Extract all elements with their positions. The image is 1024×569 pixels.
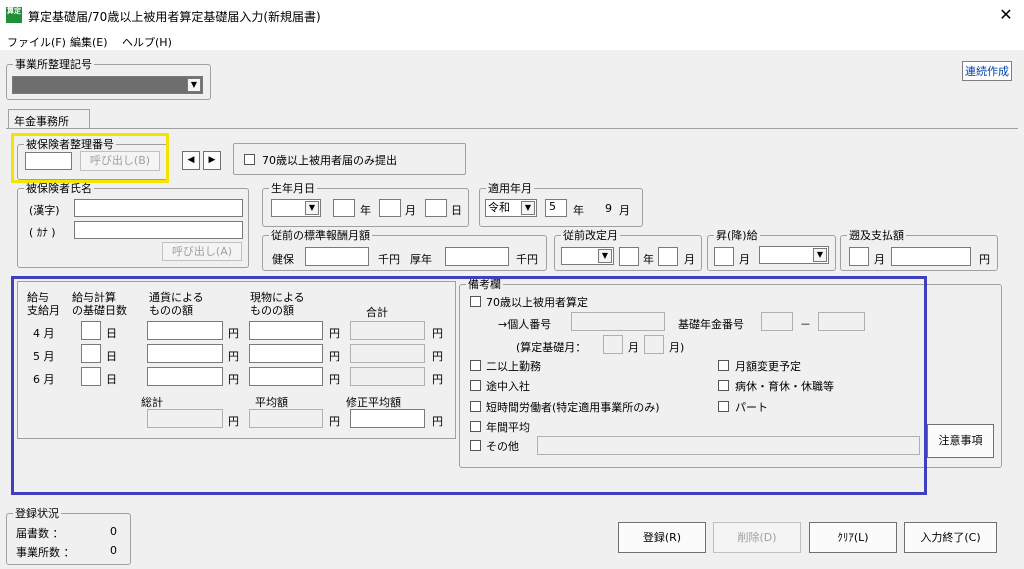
over70-only-box: 70歳以上被用者届のみ提出 — [233, 143, 466, 175]
prev-revision-year-unit: 年 — [643, 253, 654, 266]
tab-pension-office[interactable]: 年金事務所 — [8, 109, 90, 129]
birth-month-unit: 月 — [405, 204, 416, 217]
clear-button[interactable]: ｸﾘｱ(L) — [809, 522, 897, 553]
office-code-label: 事業所整理記号 — [15, 58, 92, 71]
insured-name-label: 被保険者氏名 — [26, 182, 92, 195]
offices-count-label: 事業所数 ： — [16, 546, 75, 559]
chevron-down-icon[interactable]: ▼ — [187, 78, 201, 92]
apply-month-unit: 月 — [619, 204, 630, 217]
chevron-down-icon[interactable]: ▼ — [521, 201, 535, 215]
menu-file[interactable]: ファイル(F) — [7, 34, 66, 50]
prev-revision-label: 従前改定月 — [563, 229, 618, 242]
over70-only-checkbox[interactable] — [244, 154, 255, 165]
retro-month-input[interactable] — [849, 247, 869, 266]
retro-yen-unit: 円 — [979, 253, 990, 266]
kouen-label: 厚年 — [410, 253, 432, 266]
kenpo-label: 健保 — [272, 253, 294, 266]
apply-year-input[interactable]: 5 — [545, 199, 567, 217]
tab-label: 年金事務所 — [14, 115, 69, 128]
app-icon: 算定 — [6, 7, 22, 23]
chevron-down-icon[interactable]: ▼ — [305, 201, 319, 215]
apply-year-unit: 年 — [573, 204, 584, 217]
retro-month-unit: 月 — [874, 253, 885, 266]
raise-month-unit: 月 — [739, 253, 750, 266]
prev-revision-month-unit: 月 — [684, 253, 695, 266]
apply-month-value: 9 — [605, 202, 612, 215]
kenpo-unit: 千円 — [378, 253, 400, 266]
next-arrow-icon[interactable]: ▶ — [203, 151, 221, 170]
apply-year-value: 5 — [549, 200, 556, 213]
apply-era-value: 令和 — [488, 201, 510, 214]
birth-day-unit: 日 — [451, 204, 462, 217]
call-name-button[interactable]: 呼び出し(A) — [162, 242, 242, 261]
retro-amount-input[interactable] — [891, 247, 971, 266]
prev-revision-month-input[interactable] — [658, 247, 678, 266]
close-icon[interactable]: ✕ — [996, 5, 1016, 25]
prev-arrow-icon[interactable]: ◀ — [182, 151, 200, 170]
birth-year-input[interactable] — [333, 199, 355, 217]
apply-era-select[interactable]: 令和 ▼ — [485, 199, 537, 217]
chevron-down-icon[interactable]: ▼ — [813, 248, 827, 262]
forms-count-label: 届書数 ： — [16, 527, 64, 540]
raise-type-select[interactable]: ▼ — [759, 246, 829, 264]
chevron-down-icon[interactable]: ▼ — [598, 249, 612, 263]
status-label: 登録状況 — [15, 507, 59, 520]
raise-month-input[interactable] — [714, 247, 734, 266]
menu-edit[interactable]: 編集(E) — [70, 34, 108, 50]
notes-button[interactable]: 注意事項 — [927, 424, 994, 458]
kenpo-input[interactable] — [305, 247, 369, 266]
kouen-unit: 千円 — [516, 253, 538, 266]
prev-revision-era-select[interactable]: ▼ — [561, 247, 614, 265]
title-bar: 算定 算定基礎届/70歳以上被用者算定基礎届入力(新規届書) ✕ — [0, 0, 1024, 30]
menu-help[interactable]: ヘルプ(H) — [122, 34, 172, 50]
raise-label: 昇(降)給 — [716, 229, 758, 242]
birth-era-select[interactable]: ▼ — [271, 199, 321, 217]
apply-month-label: 適用年月 — [488, 182, 532, 195]
forms-count-value: 0 — [110, 525, 117, 538]
highlight-yellow — [11, 133, 169, 183]
register-button[interactable]: 登録(R) — [618, 522, 706, 553]
kana-label: ( ｶﾅ ) — [29, 226, 56, 239]
prev-revision-year-input[interactable] — [619, 247, 639, 266]
birth-date-label: 生年月日 — [271, 182, 315, 195]
kanji-label: (漢字) — [29, 204, 60, 217]
highlight-blue — [11, 276, 927, 495]
birth-month-input[interactable] — [379, 199, 401, 217]
name-kanji-input[interactable] — [74, 199, 243, 217]
birth-year-unit: 年 — [360, 204, 371, 217]
birth-day-input[interactable] — [425, 199, 447, 217]
window-title: 算定基礎届/70歳以上被用者算定基礎届入力(新規届書) — [28, 10, 321, 24]
over70-only-label: 70歳以上被用者届のみ提出 — [262, 154, 397, 167]
finish-button[interactable]: 入力終了(C) — [904, 522, 997, 553]
retro-label: 遡及支払額 — [849, 229, 904, 242]
delete-button[interactable]: 削除(D) — [713, 522, 801, 553]
name-kana-input[interactable] — [74, 221, 243, 239]
office-code-select[interactable]: ▼ — [12, 76, 203, 94]
renzoku-link[interactable]: 連続作成 — [962, 61, 1012, 81]
offices-count-value: 0 — [110, 544, 117, 557]
menu-bar: ファイル(F) 編集(E) ヘルプ(H) — [0, 30, 1024, 50]
prev-salary-label: 従前の標準報酬月額 — [271, 229, 370, 242]
kouen-input[interactable] — [445, 247, 509, 266]
